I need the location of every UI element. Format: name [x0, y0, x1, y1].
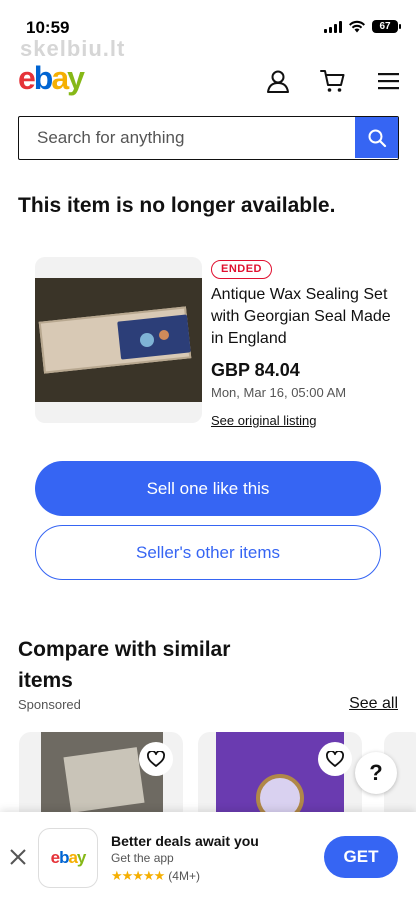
page-title: This item is no longer available. — [18, 194, 336, 217]
battery-icon: 67 — [372, 20, 401, 33]
heart-icon — [147, 751, 165, 767]
watch-button[interactable] — [318, 742, 352, 776]
app-icon: ebay — [38, 828, 98, 888]
app-rating: ★★★★★ (4M+) — [111, 868, 200, 884]
banner-subtitle: Get the app — [111, 851, 174, 865]
sponsored-label: Sponsored — [18, 697, 81, 712]
status-badge: ENDED — [211, 260, 273, 279]
search-icon — [368, 129, 386, 147]
search-bar — [18, 116, 399, 160]
header: ebay — [0, 58, 416, 102]
see-all-link[interactable]: See all — [349, 695, 398, 713]
section-title: Compare with similar items — [18, 638, 231, 692]
app-download-banner: ebay Better deals await you Get the app … — [0, 812, 416, 900]
wifi-icon — [349, 20, 365, 33]
close-icon[interactable] — [9, 848, 27, 866]
similar-item-card[interactable] — [198, 732, 362, 822]
see-original-listing-link[interactable]: See original listing — [211, 413, 317, 428]
search-input[interactable] — [19, 117, 355, 159]
banner-title: Better deals await you — [111, 833, 259, 849]
item-title: Antique Wax Sealing Set with Georgian Se… — [211, 286, 391, 347]
get-app-button[interactable]: GET — [324, 836, 398, 878]
item-price: GBP 84.04 — [211, 360, 300, 380]
heart-icon — [326, 751, 344, 767]
similar-item-card[interactable] — [19, 732, 183, 822]
star-rating-icon: ★★★★★ — [111, 868, 165, 883]
ebay-logo[interactable]: ebay — [18, 60, 85, 97]
item-image[interactable] — [35, 257, 202, 423]
cart-icon[interactable] — [320, 68, 346, 94]
help-button[interactable]: ? — [355, 752, 397, 794]
status-time: 10:59 — [26, 18, 70, 37]
status-icons: 67 — [324, 20, 401, 33]
sell-one-like-this-button[interactable]: Sell one like this — [35, 461, 381, 516]
sellers-other-items-button[interactable]: Seller's other items — [35, 525, 381, 580]
watch-button[interactable] — [139, 742, 173, 776]
menu-icon[interactable] — [376, 68, 402, 94]
search-button[interactable] — [355, 117, 398, 158]
item-end-date: Mon, Mar 16, 05:00 AM — [211, 385, 347, 400]
rating-count: (4M+) — [168, 869, 200, 883]
item-photo — [35, 278, 202, 402]
user-icon[interactable] — [265, 68, 291, 94]
signal-icon — [324, 20, 342, 33]
